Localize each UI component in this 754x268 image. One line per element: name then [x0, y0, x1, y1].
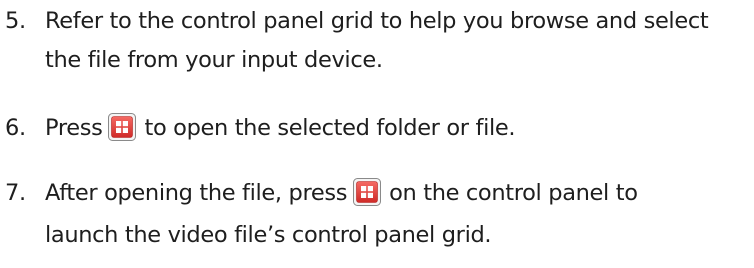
step-text-before-icon: After opening the file, press	[45, 180, 348, 206]
step-number: 6.	[5, 115, 26, 141]
step-text-line-2: the file from your input device.	[45, 47, 383, 73]
step-text-line-2: launch the video file’s control panel gr…	[45, 222, 492, 248]
step-text-line-1: After opening the file, press on the con…	[45, 175, 638, 211]
step-text-after-icon: on the control panel to	[389, 180, 638, 206]
step-number: 5.	[5, 8, 26, 34]
step-text-line-1: Press to open the selected folder or fil…	[45, 110, 516, 146]
grid-button-icon	[353, 177, 382, 206]
step-text-line-1: Refer to the control panel grid to help …	[45, 8, 709, 34]
grid-button-icon	[108, 112, 137, 141]
step-number: 7.	[5, 180, 26, 206]
step-text-after-icon: to open the selected folder or file.	[144, 115, 516, 141]
step-text-before-icon: Press	[45, 115, 103, 141]
